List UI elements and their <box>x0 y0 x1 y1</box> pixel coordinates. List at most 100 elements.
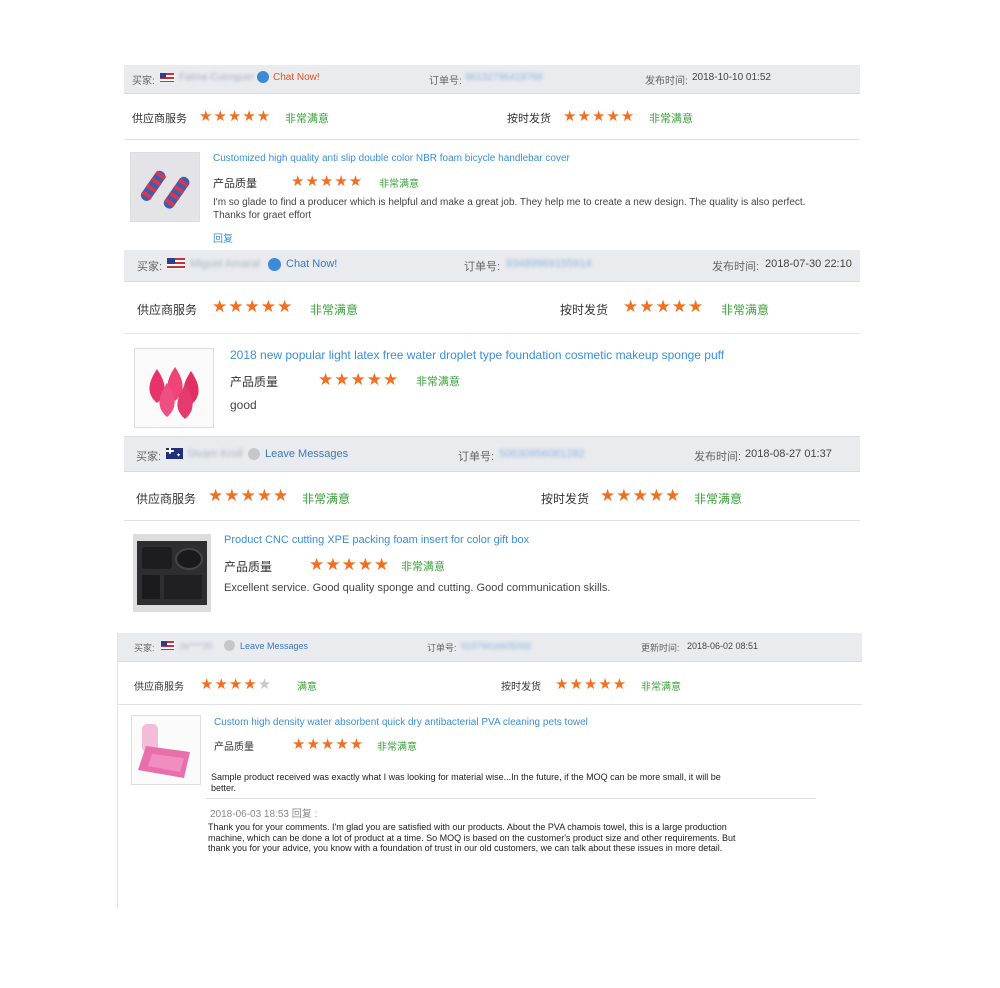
supplier-stars: ★★★★★ <box>199 108 272 125</box>
rating-row: 供应商服务 ★★★★★ 非常满意 按时发货 ★★★★★ 非常满意 <box>124 471 860 521</box>
order-number[interactable]: 91979416605066 <box>461 641 531 651</box>
supplier-stars: ★★★★★ <box>208 486 290 505</box>
on-time-label: 按时发货 <box>507 113 551 125</box>
product-thumbnail[interactable] <box>130 152 200 222</box>
reply-link[interactable]: 回复 <box>213 230 233 245</box>
review-card: 买家: Ja****35 Leave Messages 订单号: 9197941… <box>117 633 862 908</box>
review-comment: Excellent service. Good quality sponge a… <box>224 582 611 594</box>
date-label: 发布时间: <box>645 76 688 87</box>
supplier-rating: 非常满意 <box>285 113 329 125</box>
product-quality-label: 产品质量 <box>224 560 273 574</box>
pva-towel-image <box>132 716 200 784</box>
reply-text: Thank you for your comments. I'm glad yo… <box>208 822 736 853</box>
shipping-rating: 非常满意 <box>694 492 743 506</box>
buyer-label: 买家: <box>137 261 163 273</box>
quality-rating: 非常满意 <box>416 376 460 388</box>
on-time-label: 按时发货 <box>560 303 609 317</box>
rating-row: 供应商服务 ★★★★ ★ 满意 按时发货 ★★★★★ 非常满意 <box>118 662 862 705</box>
supplier-service-label: 供应商服务 <box>132 113 187 125</box>
message-icon[interactable] <box>224 640 235 651</box>
rating-row: 供应商服务 ★★★★★ 非常满意 按时发货 ★★★★★ 非常满意 <box>124 94 860 140</box>
order-label: 订单号: <box>429 76 462 87</box>
shipping-stars: ★★★★★ <box>623 297 705 316</box>
shipping-stars: ★★★★★ <box>555 676 628 693</box>
supplier-rating: 非常满意 <box>302 492 351 506</box>
date-label: 发布时间: <box>712 261 760 273</box>
buyer-name: Miguel Amaral <box>190 258 260 270</box>
review-header: 买家: Fatma Cuenguer Chat Now! 订单号: 961327… <box>124 65 860 94</box>
supplier-service-label: 供应商服务 <box>134 682 184 693</box>
review-card: 买家: Fatma Cuenguer Chat Now! 订单号: 961327… <box>124 65 860 250</box>
quality-rating: 非常满意 <box>401 561 445 573</box>
order-number[interactable]: 50630956081282 <box>499 448 585 460</box>
product-quality-label: 产品质量 <box>214 742 254 753</box>
on-time-label: 按时发货 <box>501 682 541 693</box>
empty-star-icon: ★ <box>257 676 273 693</box>
reply-meta: 2018-06-03 18:53 回复 : <box>210 809 318 820</box>
flag-au-icon <box>166 448 183 459</box>
product-thumbnail[interactable] <box>134 348 214 428</box>
review-date: 2018-10-10 01:52 <box>692 72 771 83</box>
review-date: 2018-06-02 08:51 <box>687 641 759 651</box>
quality-rating: 非常满意 <box>377 742 417 753</box>
shipping-stars: ★★★★★ <box>563 108 636 125</box>
makeup-sponge-image <box>135 349 213 427</box>
reply-divider <box>206 798 816 799</box>
review-card: 买家: Sivam Kroll Leave Messages 订单号: 5063… <box>124 436 860 622</box>
order-label: 订单号: <box>427 643 457 653</box>
product-title-link[interactable]: Custom high density water absorbent quic… <box>214 717 588 728</box>
supplier-service-label: 供应商服务 <box>136 492 197 506</box>
leave-messages-link[interactable]: Leave Messages <box>240 641 308 651</box>
handlebar-grip-image <box>131 153 199 221</box>
leave-messages-link[interactable]: Leave Messages <box>265 448 348 460</box>
supplier-stars: ★★★★★ <box>200 676 273 693</box>
buyer-name: Ja****35 <box>179 641 213 651</box>
order-number[interactable]: 93489969155914 <box>506 258 592 270</box>
supplier-rating: 非常满意 <box>310 303 359 317</box>
product-quality-label: 产品质量 <box>213 178 257 190</box>
date-label: 更新时间: <box>641 643 680 653</box>
buyer-label: 买家: <box>136 451 162 463</box>
quality-rating: 非常满意 <box>379 179 419 190</box>
buyer-label: 买家: <box>132 76 155 87</box>
product-quality-label: 产品质量 <box>230 375 279 389</box>
order-label: 订单号: <box>464 261 501 273</box>
shipping-rating: 非常满意 <box>641 682 681 693</box>
review-comment: good <box>230 398 257 412</box>
flag-us-icon <box>161 641 174 650</box>
quality-stars: ★★★★★ <box>292 736 365 753</box>
message-icon[interactable] <box>248 448 260 460</box>
flag-us-icon <box>167 258 185 269</box>
review-date: 2018-07-30 22:10 <box>765 258 852 270</box>
shipping-rating: 非常满意 <box>649 113 693 125</box>
order-number[interactable]: 96132796419766 <box>465 72 543 83</box>
product-thumbnail[interactable] <box>133 534 211 612</box>
chat-now-link[interactable]: Chat Now! <box>286 258 337 270</box>
product-title-link[interactable]: Customized high quality anti slip double… <box>213 153 570 164</box>
date-label: 发布时间: <box>694 451 742 463</box>
review-header: 买家: Sivam Kroll Leave Messages 订单号: 5063… <box>124 436 860 472</box>
order-label: 订单号: <box>458 451 495 463</box>
buyer-label: 买家: <box>134 643 155 653</box>
buyer-name: Sivam Kroll <box>187 448 243 460</box>
quality-stars: ★★★★★ <box>318 370 400 389</box>
shipping-rating: 非常满意 <box>721 303 770 317</box>
quality-stars: ★★★★★ <box>309 555 391 574</box>
buyer-name: Fatma Cuenguer <box>179 72 255 83</box>
chat-now-link[interactable]: Chat Now! <box>273 72 320 83</box>
supplier-rating: 满意 <box>297 682 317 693</box>
supplier-stars: ★★★★★ <box>212 297 294 316</box>
product-title-link[interactable]: 2018 new popular light latex free water … <box>230 348 724 362</box>
quality-stars: ★★★★★ <box>291 173 364 190</box>
review-comment: Sample product received was exactly what… <box>211 772 721 793</box>
chat-icon[interactable] <box>257 71 269 83</box>
review-comment: I'm so glade to find a producer which is… <box>213 197 806 221</box>
product-title-link[interactable]: Product CNC cutting XPE packing foam ins… <box>224 534 529 546</box>
supplier-service-label: 供应商服务 <box>137 303 198 317</box>
review-card: 买家: Miguel Amaral Chat Now! 订单号: 9348996… <box>124 250 860 436</box>
product-thumbnail[interactable] <box>131 715 201 785</box>
rating-row: 供应商服务 ★★★★★ 非常满意 按时发货 ★★★★★ 非常满意 <box>124 282 860 334</box>
foam-insert-image <box>134 535 210 611</box>
chat-icon[interactable] <box>268 258 281 271</box>
shipping-stars: ★★★★★ <box>600 486 682 505</box>
